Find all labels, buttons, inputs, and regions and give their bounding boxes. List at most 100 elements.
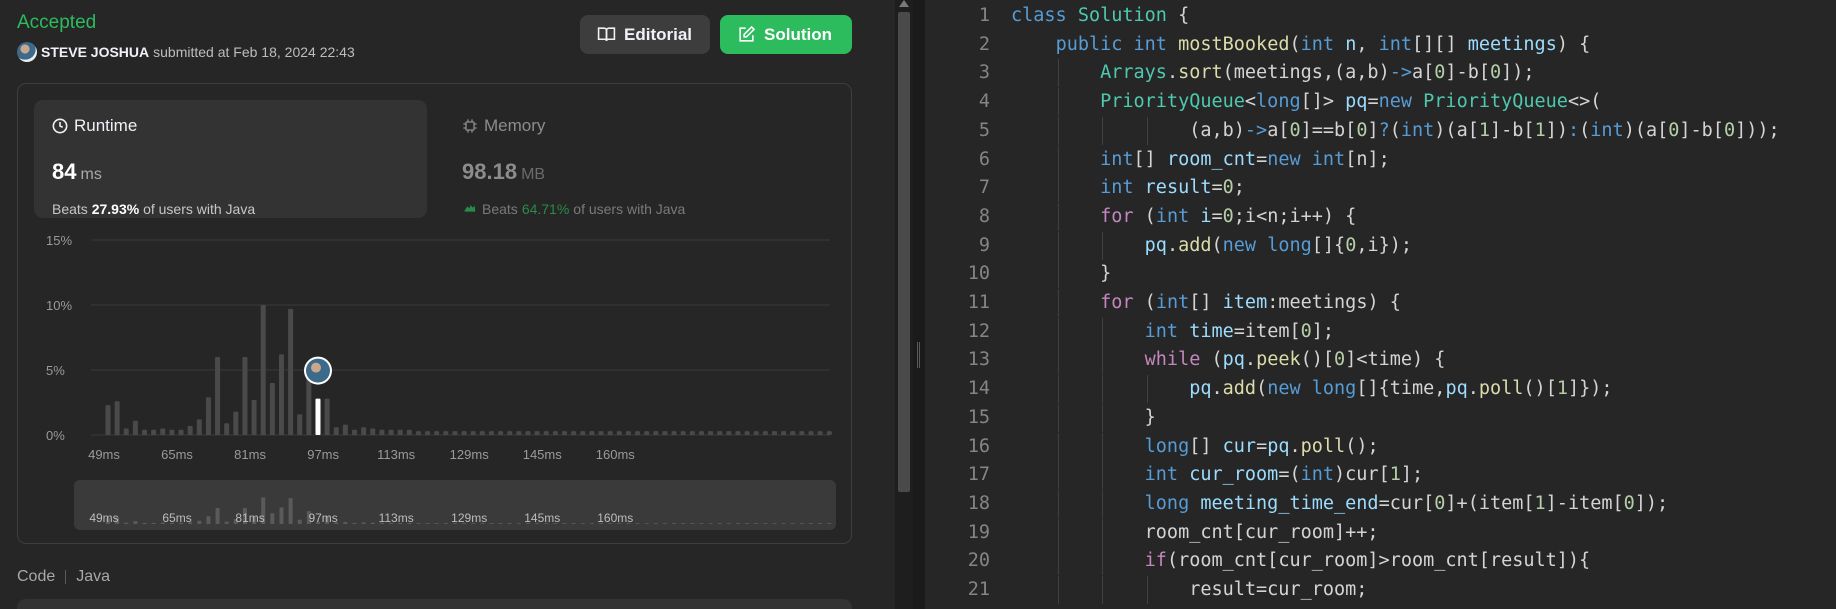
code-token: ) { xyxy=(1556,33,1591,55)
code-token: [n]; xyxy=(1345,148,1390,170)
code-token: ]<time) { xyxy=(1345,349,1446,371)
overview-bar xyxy=(133,521,138,524)
runtime-tab[interactable]: Runtime 84 ms Beats 27.93% of users with … xyxy=(34,100,427,218)
code-line[interactable]: 3 Arrays.sort(meetings,(a,b)->a[0]-b[0])… xyxy=(925,59,1836,88)
bar xyxy=(114,401,120,435)
runtime-distribution-chart[interactable]: 0% 5% 10% 15% 49ms 65ms 81ms 97ms 113ms 129ms 145m… xyxy=(18,224,853,544)
bar xyxy=(808,431,814,435)
runtime-beats: Beats 27.93% of users with Java xyxy=(52,201,255,217)
x-tick-label: 113ms xyxy=(377,447,416,462)
submission-meta: STEVE JOSHUA submitted at Feb 18, 2024 2… xyxy=(17,42,355,62)
code-token: pq xyxy=(1267,435,1290,457)
bar xyxy=(498,431,504,435)
code-token: : xyxy=(1567,119,1580,141)
left-scrollbar[interactable] xyxy=(895,0,913,609)
code-line[interactable]: 16 long[] cur=pq.poll(); xyxy=(925,432,1836,461)
bar xyxy=(406,429,412,435)
code-token: 0 xyxy=(1356,119,1368,141)
line-number: 20 xyxy=(967,550,990,572)
pane-resize-handle[interactable] xyxy=(913,0,925,609)
runtime-value: 84 ms xyxy=(52,159,102,185)
overview-bar xyxy=(763,523,768,524)
code-line[interactable]: 1 class Solution { xyxy=(925,2,1836,30)
solution-label: Solution xyxy=(764,24,832,44)
bar xyxy=(425,431,431,435)
overview-bar xyxy=(416,523,421,524)
code-token: int xyxy=(1100,148,1134,170)
code-line[interactable]: 10 } xyxy=(925,260,1836,289)
overview-bar xyxy=(270,513,275,524)
line-number: 12 xyxy=(967,320,990,342)
bar xyxy=(635,431,641,435)
code-line[interactable]: 8 for (int i=0;i<n;i++) { xyxy=(925,202,1836,231)
code-line[interactable]: 14 pq.add(new long[]{time,pq.poll()[1]})… xyxy=(925,375,1836,404)
code-token: ( xyxy=(1256,378,1268,400)
y-tick-label: 15% xyxy=(46,233,72,248)
code-token: -> xyxy=(1244,119,1268,141)
overview-bar xyxy=(653,523,658,524)
code-editor[interactable]: 1 class Solution {2 public int mostBooked… xyxy=(925,0,1836,609)
code-token: room_cnt xyxy=(1166,148,1257,170)
code-token: :meetings) { xyxy=(1267,292,1401,313)
bar xyxy=(242,357,248,435)
code-line[interactable]: 20 if(room_cnt[cur_room]>room_cnt[result… xyxy=(925,547,1836,576)
editorial-button[interactable]: Editorial xyxy=(580,15,710,54)
code-line[interactable]: 13 while (pq.peek()[0]<time) { xyxy=(925,346,1836,375)
user-avatar[interactable] xyxy=(17,42,37,62)
code-line[interactable]: 7 int result=0; xyxy=(925,174,1836,203)
code-line[interactable]: 2 public int mostBooked(int n, int[][] m… xyxy=(925,31,1836,59)
bar xyxy=(123,428,129,435)
code-token: 0 xyxy=(1668,119,1680,141)
bar xyxy=(461,431,467,435)
chip-icon xyxy=(463,119,477,133)
code-line[interactable]: 12 int time=item[0]; xyxy=(925,317,1836,346)
clock-icon xyxy=(52,118,68,134)
code-token: int xyxy=(1144,320,1179,342)
scroll-up-arrow-icon[interactable] xyxy=(899,0,909,7)
code-line[interactable]: 21 result=cur_room; xyxy=(925,576,1836,604)
bar xyxy=(552,431,558,435)
code-token: ]) xyxy=(1545,119,1568,141)
runtime-unit: ms xyxy=(80,166,102,183)
code-line[interactable]: 15 } xyxy=(925,403,1836,432)
line-number: 2 xyxy=(978,33,990,55)
x-tick-label: 81ms xyxy=(234,447,266,462)
code-token: int xyxy=(1155,292,1190,313)
code-token: []{time, xyxy=(1356,378,1446,400)
bar xyxy=(580,431,586,435)
code-line[interactable]: 19 room_cnt[cur_room]++; xyxy=(925,518,1836,547)
solution-button[interactable]: Solution xyxy=(720,15,852,54)
code-line[interactable]: 18 long meeting_time_end=cur[0]+(item[1]… xyxy=(925,489,1836,518)
code-line[interactable]: 6 int[] room_cnt=new int[n]; xyxy=(925,145,1836,174)
code-token: =( xyxy=(1278,464,1301,486)
code-line[interactable]: 11 for (int[] item:meetings) { xyxy=(925,289,1836,317)
code-token: 1 xyxy=(1556,378,1568,400)
username[interactable]: STEVE JOSHUA xyxy=(41,44,149,60)
code-token: 0 xyxy=(1222,205,1234,227)
code-token: PriorityQueue xyxy=(1100,91,1245,113)
bar xyxy=(771,431,777,435)
overview-bar xyxy=(580,523,585,524)
overview-bar xyxy=(708,523,713,524)
overview-bar xyxy=(745,523,750,524)
code-line[interactable]: 5 (a,b)->a[0]==b[0]?(int)(a[1]-b[1]):(in… xyxy=(925,116,1836,145)
code-token: sort xyxy=(1178,62,1223,84)
left-scrollbar-thumb[interactable] xyxy=(898,12,910,492)
code-line[interactable]: 17 int cur_room=(int)cur[1]; xyxy=(925,461,1836,490)
code-line[interactable]: 4 PriorityQueue<long[]> pq=new PriorityQ… xyxy=(925,88,1836,117)
code-line[interactable]: 9 pq.add(new long[]{0,i}); xyxy=(925,231,1836,260)
code-text: while (pq.peek()[0]<time) { xyxy=(1011,346,1446,374)
bar xyxy=(826,431,832,435)
code-token: ]-b[ xyxy=(1490,119,1535,141)
code-token: . xyxy=(1166,62,1179,84)
code-text: } xyxy=(1011,404,1156,432)
memory-tab[interactable]: Memory 98.18 MB Beats 64.71% of users wit… xyxy=(444,100,837,218)
code-token: for xyxy=(1100,205,1134,227)
code-token: ( xyxy=(1200,349,1223,371)
